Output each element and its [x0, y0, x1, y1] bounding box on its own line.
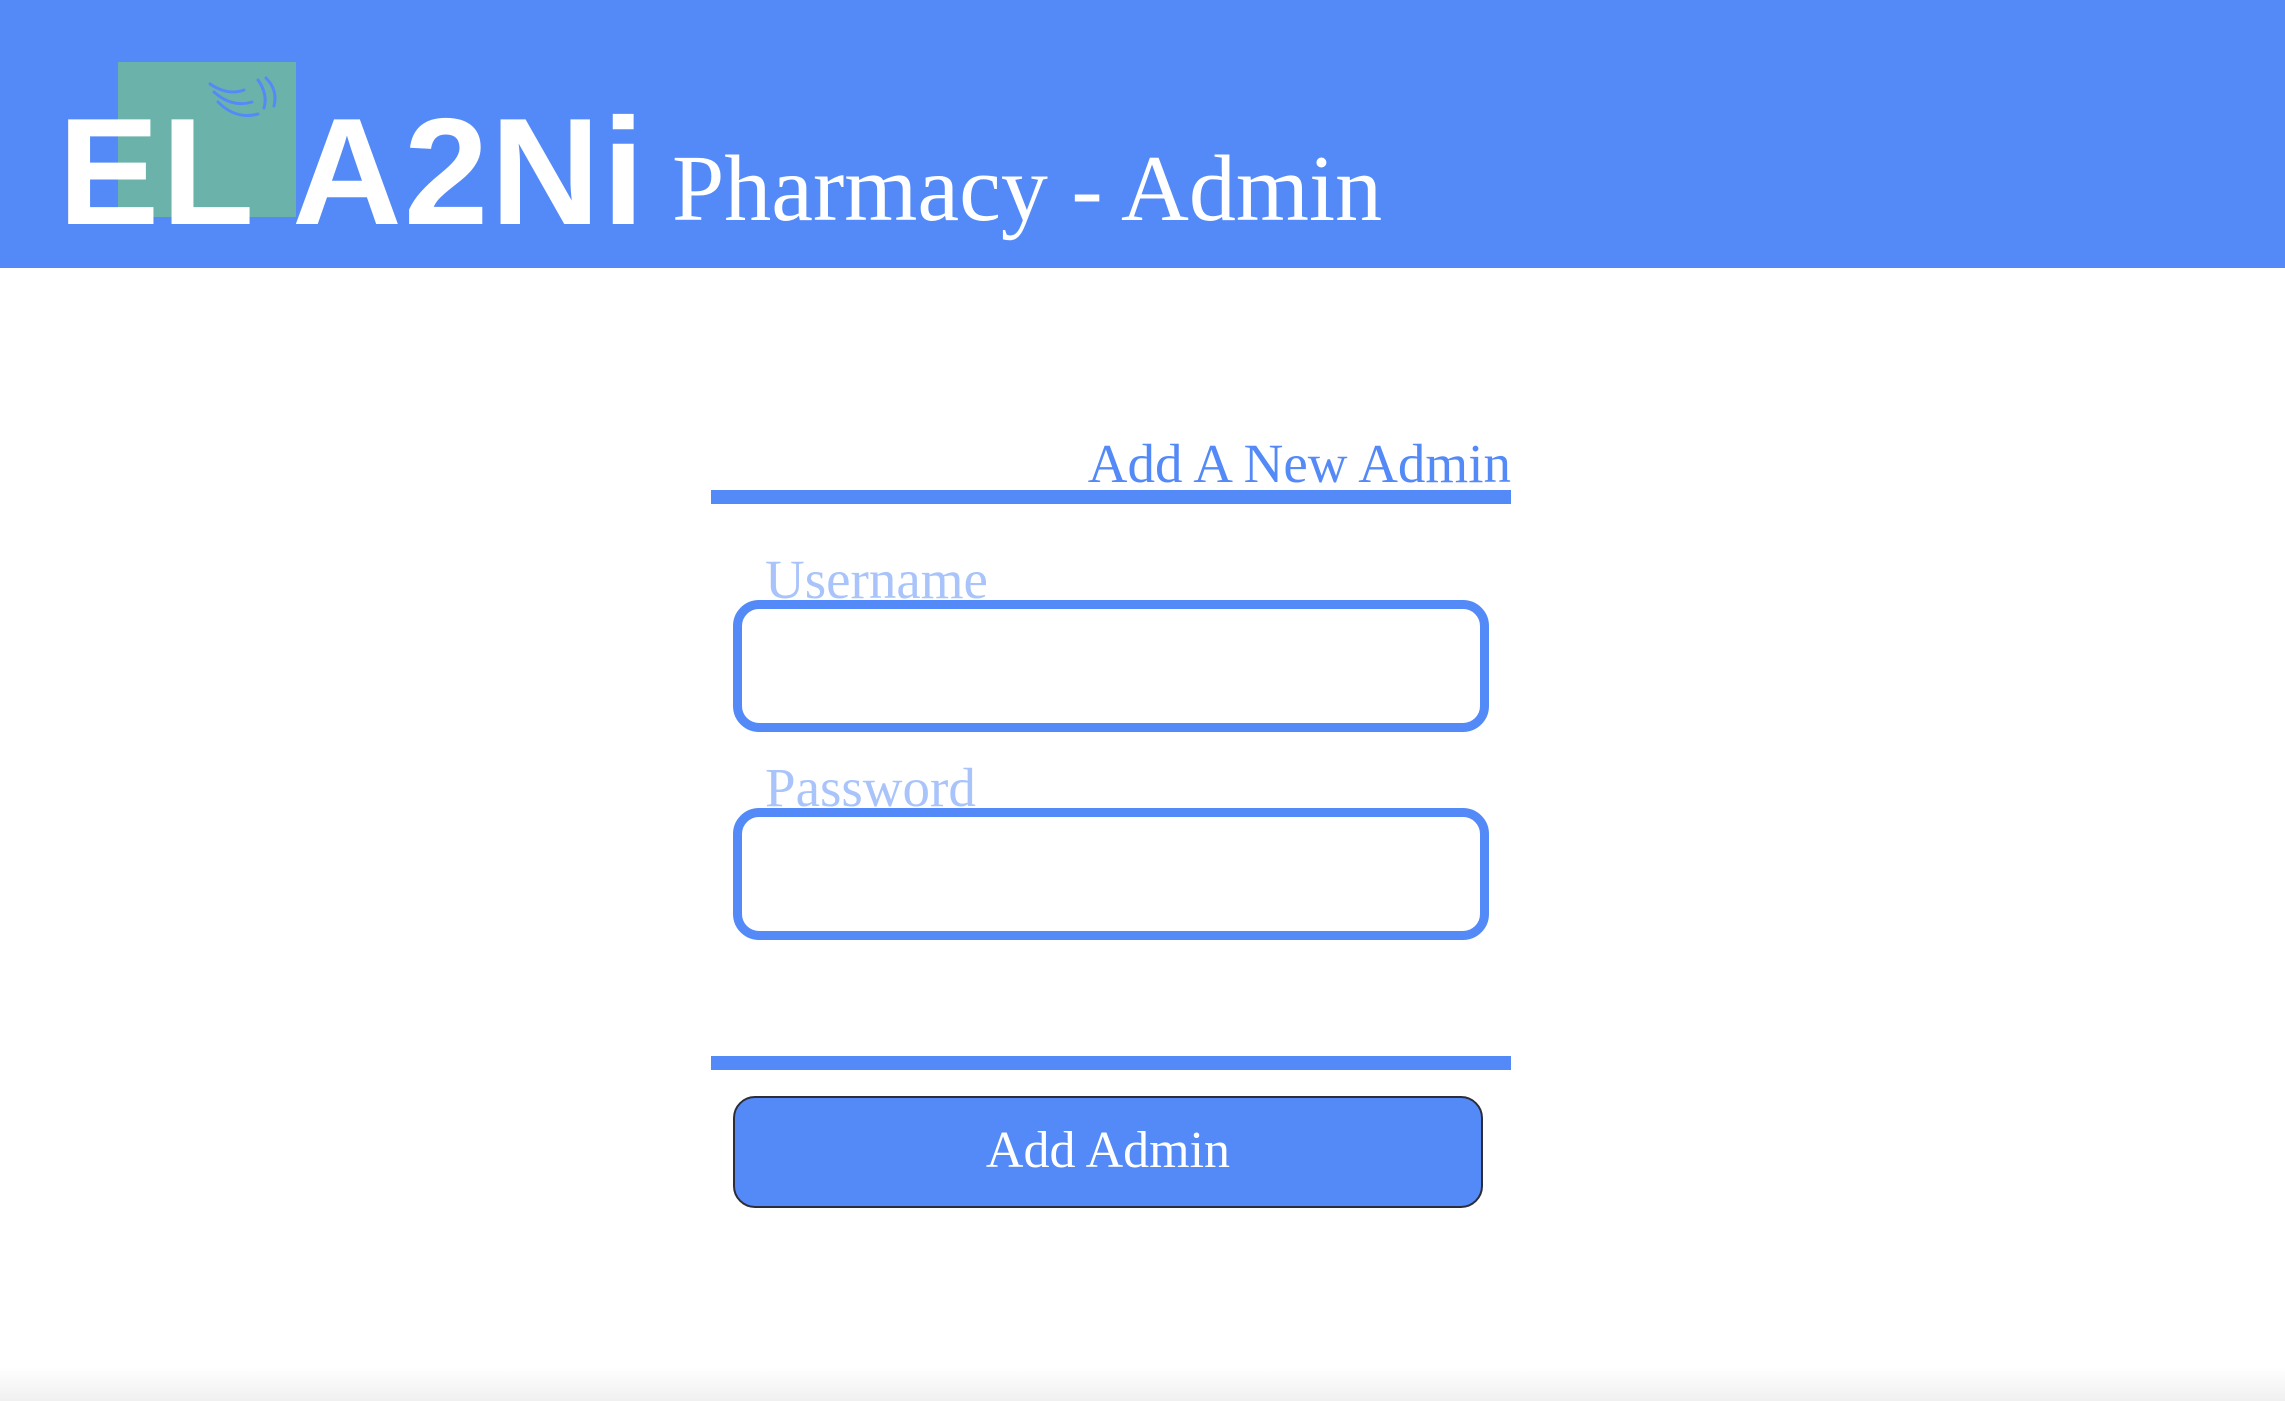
add-admin-button[interactable]: Add Admin [733, 1096, 1483, 1208]
header-bar: EL A2Ni Pharmacy - Admin [0, 0, 2285, 268]
password-input[interactable] [733, 808, 1489, 940]
add-admin-form: Add A New Admin Username Password Add Ad… [711, 420, 1511, 1208]
logo-text: EL A2Ni [58, 87, 647, 257]
password-label: Password [765, 757, 976, 818]
logo[interactable]: EL A2Ni [58, 62, 644, 248]
username-label: Username [765, 549, 988, 610]
page-bottom-edge [0, 1367, 2285, 1401]
form-title: Add A New Admin [1087, 433, 1511, 494]
page-title: Pharmacy - Admin [672, 137, 1383, 241]
bottom-divider [711, 1056, 1511, 1070]
username-input[interactable] [733, 600, 1489, 732]
